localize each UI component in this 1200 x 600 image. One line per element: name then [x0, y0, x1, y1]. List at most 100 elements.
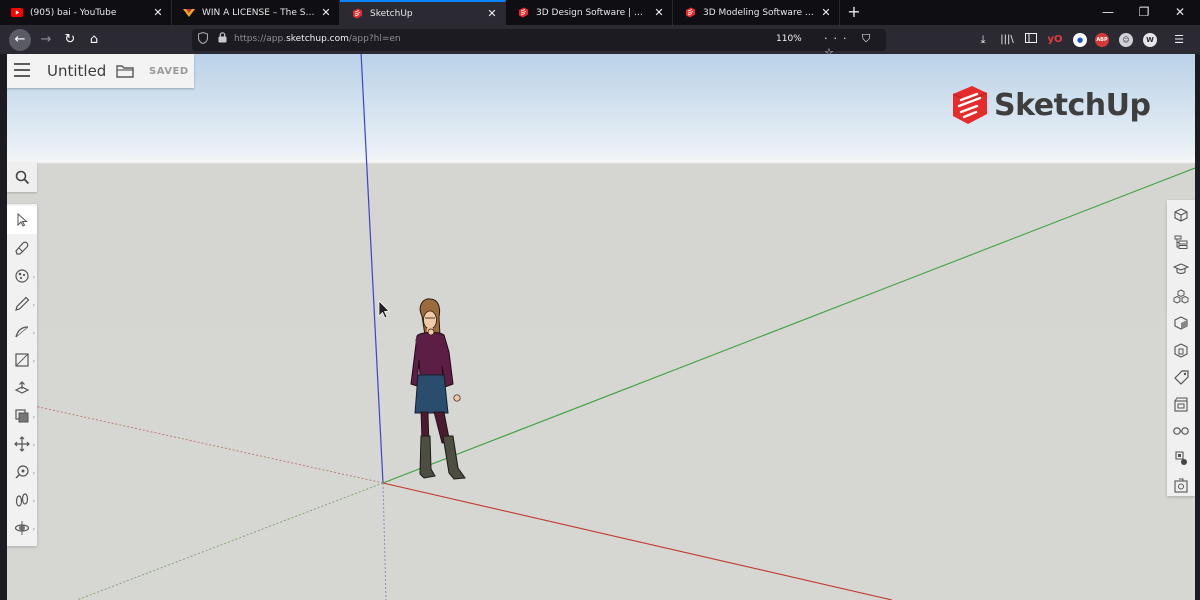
url-prefix: https://app. — [234, 34, 287, 44]
tracking-shield-icon[interactable] — [197, 31, 209, 47]
display-button[interactable] — [1167, 418, 1195, 444]
more-tools-indicator: › — [32, 302, 35, 309]
3d-warehouse-icon — [1174, 478, 1188, 493]
styles-button[interactable] — [1167, 337, 1195, 363]
back-button[interactable]: ← — [9, 29, 31, 51]
abp-adblock-icon[interactable]: ABP — [1095, 33, 1109, 47]
arc-tool[interactable]: › — [7, 318, 37, 346]
tags-button[interactable] — [1167, 364, 1195, 390]
sketchup-viewport[interactable]: Untitled SAVED SketchUp › › › › › › › › … — [7, 54, 1195, 600]
red-axis-negative — [7, 399, 384, 484]
tab-title: 3D Modeling Software Pricing — [703, 7, 815, 18]
eraser-icon — [15, 241, 29, 255]
model-scene[interactable] — [7, 54, 1195, 600]
rectangle-tool[interactable]: › — [7, 346, 37, 374]
youtube-icon — [10, 7, 24, 19]
zoom-level[interactable]: 110% — [776, 34, 802, 44]
tab-title: 3D Design Software | 3D Model — [536, 7, 648, 18]
solar-button[interactable] — [1167, 445, 1195, 471]
address-bar[interactable]: https://app.sketchup.com/app?hl=en 110% … — [192, 29, 886, 59]
offset-tool[interactable]: › — [7, 402, 37, 430]
tab-skills-factory[interactable]: WIN A LICENSE – The Skills Fa ✕ — [172, 0, 340, 25]
right-panel-toolbar — [1167, 200, 1195, 496]
sketchup-icon — [516, 7, 530, 19]
3d-warehouse-button[interactable] — [1167, 472, 1195, 498]
search-icon — [15, 170, 29, 184]
sketchup-icon — [350, 8, 364, 20]
arrow-left-icon: ← — [14, 32, 26, 47]
tape-measure-tool[interactable]: › — [7, 458, 37, 486]
push-pull-tool[interactable] — [7, 374, 37, 402]
new-tab-button[interactable]: + — [844, 3, 864, 23]
close-tab-icon[interactable]: ✕ — [151, 6, 165, 19]
components-button[interactable] — [1167, 283, 1195, 309]
minimize-button[interactable]: — — [1090, 0, 1126, 25]
tags-icon — [1173, 369, 1189, 385]
account-icon[interactable]: ☺ — [1119, 33, 1133, 47]
move-icon — [14, 436, 30, 452]
select-icon — [17, 213, 28, 227]
folder-icon[interactable] — [116, 63, 134, 82]
orbit-icon — [14, 521, 30, 535]
home-button[interactable]: ⌂ — [83, 29, 105, 51]
tape-measure-icon — [15, 465, 29, 479]
scenes-button[interactable] — [1167, 391, 1195, 417]
materials-button[interactable] — [1167, 310, 1195, 336]
file-bar: Untitled SAVED — [7, 54, 194, 88]
move-tool[interactable]: › — [7, 430, 37, 458]
tab-3d-design-software[interactable]: 3D Design Software | 3D Model ✕ — [506, 0, 673, 25]
lock-icon[interactable] — [218, 32, 227, 46]
download-icon[interactable]: ⤓ — [974, 31, 992, 49]
home-icon: ⌂ — [89, 32, 99, 47]
green-axis-negative — [76, 482, 384, 600]
more-tools-indicator: › — [32, 330, 35, 337]
close-tab-icon[interactable]: ✕ — [319, 6, 333, 19]
close-window-button[interactable]: ✕ — [1162, 0, 1198, 25]
restore-button[interactable]: ❐ — [1126, 0, 1162, 25]
close-tab-icon[interactable]: ✕ — [652, 6, 666, 19]
walk-tool[interactable]: › — [7, 486, 37, 514]
entity-info-icon — [1174, 208, 1188, 222]
blue-axis-negative — [382, 482, 387, 600]
walk-icon — [15, 493, 29, 507]
close-tab-icon[interactable]: ✕ — [485, 7, 499, 20]
tab-title: SketchUp — [370, 8, 413, 19]
url-suffix: /app?hl=en — [348, 34, 401, 44]
pencil-tool[interactable]: › — [7, 290, 37, 318]
styles-icon — [1174, 342, 1188, 358]
orbit-tool[interactable]: › — [7, 514, 37, 542]
sketchup-wordmark: SketchUp — [994, 87, 1151, 123]
outliner-button[interactable] — [1167, 229, 1195, 255]
green-axis — [382, 167, 1195, 484]
more-tools-indicator: › — [32, 470, 35, 477]
reload-button[interactable]: ↻ — [59, 29, 81, 51]
components-icon — [1173, 288, 1189, 304]
select-tool[interactable] — [7, 206, 37, 234]
tab-sketchup[interactable]: SketchUp ✕ — [340, 0, 506, 25]
close-tab-icon[interactable]: ✕ — [819, 6, 833, 19]
more-tools-indicator: › — [32, 414, 35, 421]
profile-avatar-icon[interactable]: W — [1143, 33, 1157, 47]
hamburger-menu-icon[interactable] — [14, 63, 30, 77]
url-text[interactable]: https://app.sketchup.com/app?hl=en — [234, 34, 401, 44]
paint-bucket-tool[interactable]: › — [7, 262, 37, 290]
sidebar-icon[interactable] — [1022, 31, 1040, 49]
menu-hamburger-icon[interactable]: ☰ — [1170, 31, 1188, 49]
eraser-tool[interactable] — [7, 234, 37, 262]
search-button[interactable] — [7, 162, 37, 192]
save-status: SAVED — [149, 66, 189, 77]
tab-youtube[interactable]: (905) bai - YouTube ✕ — [0, 0, 172, 25]
instructor-button[interactable] — [1167, 256, 1195, 282]
library-icon[interactable]: |||\ — [998, 31, 1016, 49]
yo-extension-icon[interactable]: yO — [1046, 31, 1064, 49]
arrow-right-icon: → — [40, 32, 52, 47]
materials-icon — [1174, 316, 1188, 330]
file-name[interactable]: Untitled — [47, 62, 106, 80]
forward-button[interactable]: → — [35, 29, 57, 51]
tab-3d-modeling-pricing[interactable]: 3D Modeling Software Pricing ✕ — [673, 0, 840, 25]
push-pull-icon — [14, 381, 30, 394]
display-icon — [1173, 427, 1189, 435]
extension-blue-icon[interactable]: ● — [1073, 33, 1087, 47]
scale-figure-person[interactable] — [410, 298, 466, 480]
entity-info-button[interactable] — [1167, 202, 1195, 228]
